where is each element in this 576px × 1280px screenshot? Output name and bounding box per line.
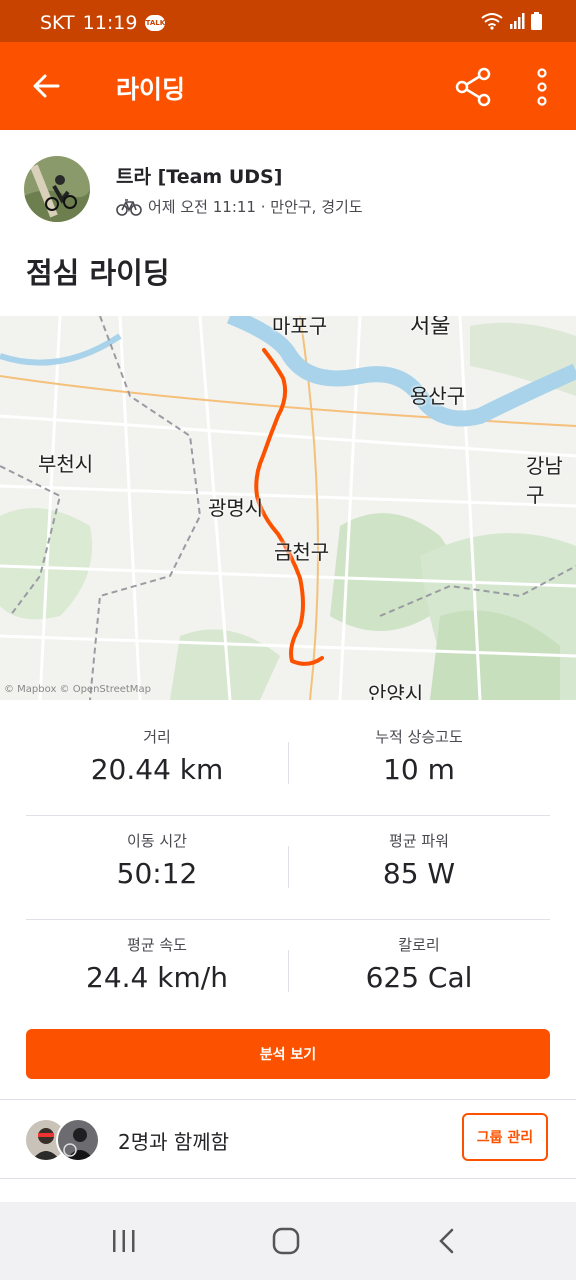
stats-row: 거리 20.44 km 누적 상승고도 10 m	[26, 712, 550, 816]
more-options-icon[interactable]	[528, 66, 556, 108]
stat-label: 평균 파워	[389, 832, 449, 850]
wifi-icon	[481, 13, 503, 30]
stat-label: 평균 속도	[127, 936, 187, 954]
recent-apps-icon[interactable]	[104, 1226, 144, 1256]
avatar[interactable]	[56, 1118, 100, 1162]
athlete-name[interactable]: 트라 [Team UDS]	[116, 162, 282, 189]
stat-distance: 거리 20.44 km	[26, 726, 288, 786]
stat-label: 거리	[143, 728, 171, 746]
manage-group-button[interactable]: 그룹 관리	[462, 1113, 548, 1161]
stat-value: 625 Cal	[365, 961, 473, 994]
carrier: SKT	[40, 12, 75, 34]
back-icon[interactable]	[428, 1226, 468, 1256]
home-icon[interactable]	[266, 1226, 306, 1256]
map-label-gangnam: 강남구	[526, 454, 563, 507]
bicycle-icon	[116, 198, 142, 216]
stat-value: 85 W	[382, 857, 456, 890]
view-analysis-button[interactable]: 분석 보기	[26, 1029, 550, 1079]
stat-label: 이동 시간	[127, 832, 187, 850]
stat-avg-power: 평균 파워 85 W	[288, 830, 550, 890]
stat-calories: 칼로리 625 Cal	[288, 934, 550, 994]
map-label-bucheon: 부천시	[38, 452, 94, 476]
activity-header: 트라 [Team UDS] 어제 오전 11:11 · 만안구, 경기도 점심 …	[0, 130, 576, 314]
group-text: 2명과 함께함	[118, 1130, 230, 1154]
map-label-mapo: 마포구	[272, 316, 328, 338]
activity-title: 점심 라이딩	[26, 256, 170, 290]
activity-meta: 어제 오전 11:11 · 만안구, 경기도	[116, 196, 363, 217]
stat-value: 24.4 km/h	[86, 961, 228, 994]
system-nav-bar	[0, 1202, 576, 1280]
battery-icon	[531, 12, 542, 30]
stat-label: 누적 상승고도	[375, 728, 463, 746]
share-icon[interactable]	[452, 66, 494, 108]
back-arrow-icon[interactable]	[28, 68, 64, 104]
map-label-geumcheon: 금천구	[274, 540, 330, 564]
stats-row: 평균 속도 24.4 km/h 칼로리 625 Cal	[26, 920, 550, 1023]
activity-date-location: 어제 오전 11:11 · 만안구, 경기도	[148, 198, 363, 216]
map-attribution: © Mapbox © OpenStreetMap	[4, 684, 151, 695]
stat-label: 칼로리	[398, 936, 440, 954]
stat-moving-time: 이동 시간 50:12	[26, 830, 288, 890]
group-activity-row[interactable]: 2명과 함께함 그룹 관리	[0, 1100, 576, 1178]
stat-elevation-gain: 누적 상승고도 10 m	[288, 726, 550, 786]
app-bar: 라이딩	[0, 42, 576, 130]
stat-value: 10 m	[383, 753, 455, 786]
page-title: 라이딩	[116, 75, 186, 104]
stat-value: 50:12	[116, 857, 198, 890]
stats-grid: 거리 20.44 km 누적 상승고도 10 m 이동 시간 50:12 평균 …	[26, 712, 550, 1023]
stat-avg-speed: 평균 속도 24.4 km/h	[26, 934, 288, 994]
route-map[interactable]: 마포구 서울 용산구 부천시 강남구 광명시 금천구 안양시 © Mapbox …	[0, 316, 576, 700]
stat-value: 20.44 km	[90, 753, 224, 786]
stats-row: 이동 시간 50:12 평균 파워 85 W	[26, 816, 550, 920]
clock: 11:19	[82, 12, 138, 34]
divider	[0, 1178, 576, 1179]
kakaotalk-icon: TALK	[145, 15, 166, 31]
signal-icon	[510, 13, 525, 29]
status-bar: SKT 11:19 TALK	[0, 0, 576, 42]
avatar[interactable]	[24, 156, 90, 222]
map-label-anyang: 안양시	[368, 682, 424, 700]
map-label-gwangmyeong: 광명시	[208, 496, 264, 520]
map-label-yongsan: 용산구	[410, 384, 466, 408]
map-label-seoul: 서울	[410, 316, 451, 339]
